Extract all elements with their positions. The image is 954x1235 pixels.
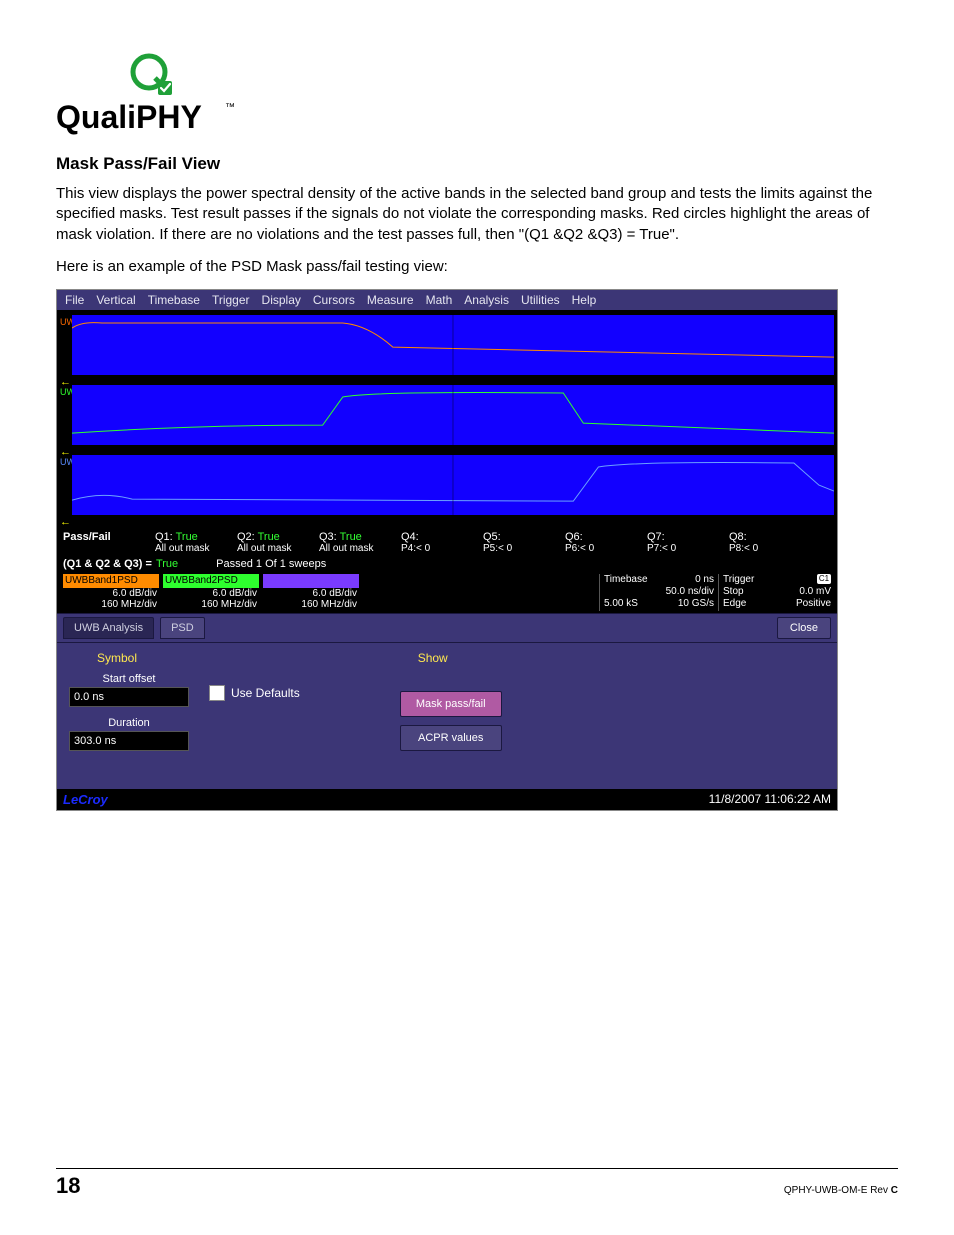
q6-title: Q6: [565, 531, 583, 543]
timebase-offset: 0 ns [695, 574, 714, 586]
pass-fail-equation: (Q1 & Q2 & Q3) = True Passed 1 Of 1 swee… [57, 556, 837, 572]
channel-chip-3[interactable]: UWBBand3PSD 6.0 dB/div 160 MHz/div [263, 574, 359, 611]
chip1-name: UWBBand1PSD [63, 574, 159, 588]
menu-measure[interactable]: Measure [367, 293, 414, 307]
timebase-title: Timebase [604, 574, 648, 586]
menu-math[interactable]: Math [426, 293, 453, 307]
q3-title: Q3: [319, 531, 337, 543]
q2-title: Q2: [237, 531, 255, 543]
paragraph-1: This view displays the power spectral de… [56, 184, 898, 245]
q4-sub: P4:< 0 [401, 543, 483, 554]
q8-title: Q8: [729, 531, 747, 543]
chip1-line2: 160 MHz/div [63, 599, 159, 611]
trigger-title: Trigger [723, 574, 754, 586]
start-offset-field[interactable]: 0.0 ns [69, 687, 189, 707]
menu-help[interactable]: Help [572, 293, 597, 307]
q2-value: True [258, 531, 280, 543]
q6-sub: P6:< 0 [565, 543, 647, 554]
c1-icon: C1 [817, 574, 831, 584]
brand-label: LeCroy [63, 792, 108, 807]
symbol-header: Symbol [97, 651, 189, 665]
q1-title: Q1: [155, 531, 173, 543]
q7-sub: P7:< 0 [647, 543, 729, 554]
q5-title: Q5: [483, 531, 501, 543]
left-arrow-icon: ← [60, 516, 71, 528]
eq-left: (Q1 & Q2 & Q3) = [63, 558, 152, 570]
show-header: Show [418, 651, 502, 665]
q8-sub: P8:< 0 [729, 543, 811, 554]
menu-analysis[interactable]: Analysis [464, 293, 509, 307]
q2-sub: All out mask [237, 543, 319, 554]
chip2-line1: 6.0 dB/div [163, 588, 259, 600]
channel-chip-1[interactable]: UWBBand1PSD 6.0 dB/div 160 MHz/div [63, 574, 159, 611]
trigger-type: Edge [723, 598, 746, 610]
menu-vertical[interactable]: Vertical [96, 293, 135, 307]
tab-uwb-analysis[interactable]: UWB Analysis [63, 617, 154, 639]
q1-sub: All out mask [155, 543, 237, 554]
eq-right: Passed 1 Of 1 sweeps [216, 558, 326, 570]
menu-trigger[interactable]: Trigger [212, 293, 250, 307]
pass-fail-readout: Pass/Fail Q1: True Q2: True Q3: True Q4:… [57, 527, 837, 556]
tab-psd[interactable]: PSD [160, 617, 205, 639]
chip3-line2: 160 MHz/div [263, 599, 359, 611]
use-defaults-label: Use Defaults [231, 686, 300, 700]
svg-text:™: ™ [225, 102, 235, 113]
revision: QPHY-UWB-OM-E Rev C [784, 1185, 898, 1196]
trigger-level: 0.0 mV [799, 586, 831, 598]
chip2-line2: 160 MHz/div [163, 599, 259, 611]
trigger-readout[interactable]: Trigger C1 Stop 0.0 mV Edge Positive [718, 574, 831, 611]
section-title: Mask Pass/Fail View [56, 154, 898, 174]
pass-fail-label: Pass/Fail [63, 531, 155, 543]
svg-text:QualiPHY: QualiPHY [56, 99, 202, 135]
timestamp: 11/8/2007 11:06:22 AM [709, 792, 831, 807]
waveform-1 [72, 315, 834, 375]
chip3-line1: 6.0 dB/div [263, 588, 359, 600]
chip3-name: UWBBand3PSD [263, 574, 359, 588]
q7-title: Q7: [647, 531, 665, 543]
page-footer: 18 QPHY-UWB-OM-E Rev C [56, 1168, 898, 1199]
menu-utilities[interactable]: Utilities [521, 293, 560, 307]
acpr-values-button[interactable]: ACPR values [400, 725, 502, 751]
menu-display[interactable]: Display [262, 293, 301, 307]
menu-file[interactable]: File [65, 293, 84, 307]
page-number: 18 [56, 1173, 80, 1199]
duration-label: Duration [69, 717, 189, 729]
start-offset-label: Start offset [69, 673, 189, 685]
trigger-slope: Positive [796, 598, 831, 610]
timebase-div: 50.0 ns/div [666, 586, 714, 598]
paragraph-2: Here is an example of the PSD Mask pass/… [56, 257, 898, 277]
timebase-rate: 10 GS/s [678, 598, 714, 610]
close-button[interactable]: Close [777, 617, 831, 639]
timebase-samples: 5.00 kS [604, 598, 638, 610]
duration-field[interactable]: 303.0 ns [69, 731, 189, 751]
waveform-3 [72, 455, 834, 515]
oscilloscope-screenshot: File Vertical Timebase Trigger Display C… [56, 289, 838, 811]
channel-chip-2[interactable]: UWBBand2PSD 6.0 dB/div 160 MHz/div [163, 574, 259, 611]
eq-value: True [156, 558, 178, 570]
trigger-state: Stop [723, 586, 744, 598]
menu-bar: File Vertical Timebase Trigger Display C… [57, 290, 837, 311]
waveform-2 [72, 385, 834, 445]
use-defaults-checkbox[interactable]: Use Defaults [209, 685, 300, 701]
menu-timebase[interactable]: Timebase [148, 293, 200, 307]
logo: QualiPHY ™ [56, 46, 898, 140]
chip1-line1: 6.0 dB/div [63, 588, 159, 600]
q5-sub: P5:< 0 [483, 543, 565, 554]
mask-pass-fail-button[interactable]: Mask pass/fail [400, 691, 502, 717]
psd-panel: Symbol Start offset 0.0 ns Duration 303.… [57, 643, 837, 789]
timebase-readout[interactable]: Timebase 0 ns 50.0 ns/div 5.00 kS 10 GS/s [599, 574, 714, 611]
q3-value: True [340, 531, 362, 543]
q1-value: True [176, 531, 198, 543]
menu-cursors[interactable]: Cursors [313, 293, 355, 307]
q3-sub: All out mask [319, 543, 401, 554]
q4-title: Q4: [401, 531, 419, 543]
chip2-name: UWBBand2PSD [163, 574, 259, 588]
checkbox-icon [209, 685, 225, 701]
